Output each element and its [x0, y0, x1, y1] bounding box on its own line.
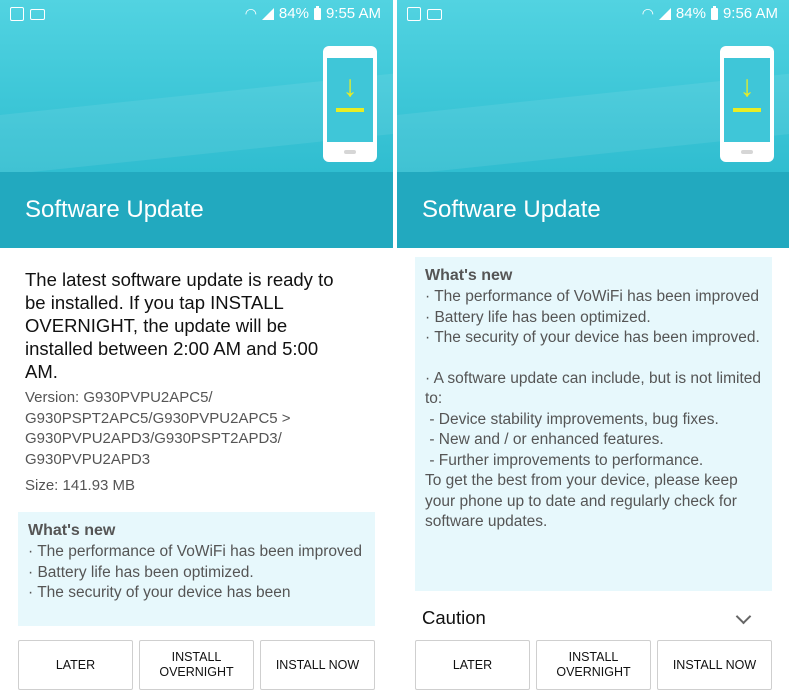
battery-percent: 84%: [278, 5, 309, 22]
caution-label: Caution: [422, 607, 486, 628]
update-meta: Version: G930PVPU2APC5/ G930PSPT2APC5/G9…: [25, 388, 375, 497]
whats-new-item: - Device stability improvements, bug fix…: [425, 410, 719, 428]
phone-download-illustration: ↓: [720, 46, 774, 162]
download-arrow-icon: ↓: [342, 70, 358, 103]
signal-icon: [261, 7, 274, 20]
later-button[interactable]: LATER: [415, 640, 530, 690]
whats-new-item: · The performance of VoWiFi has been imp…: [28, 543, 362, 560]
whats-new-item: · The performance of VoWiFi has been imp…: [425, 288, 759, 305]
whats-new-item: · Battery life has been optimized.: [28, 563, 254, 581]
page-title: Software Update: [25, 196, 204, 223]
install-overnight-button[interactable]: INSTALL OVERNIGHT: [139, 640, 254, 690]
version-text: Version: G930PVPU2APC5/ G930PSPT2APC5/G9…: [25, 389, 291, 468]
battery-percent: 84%: [675, 5, 706, 22]
battery-icon: [710, 5, 718, 20]
clock: 9:56 AM: [722, 5, 778, 22]
download-arrow-icon: ↓: [739, 70, 755, 103]
screenshot-icon: [407, 7, 421, 21]
mail-icon: [30, 9, 45, 20]
mail-icon: [427, 9, 442, 20]
software-update-screen-left: ◠ 84% 9:55 AM ↓ Software Update The late…: [0, 0, 393, 700]
install-now-button[interactable]: INSTALL NOW: [260, 640, 375, 690]
size-text: Size: 141.93 MB: [25, 477, 136, 494]
screenshot-icon: [10, 7, 24, 21]
chevron-down-icon: [735, 608, 752, 625]
signal-icon: [658, 7, 671, 20]
whats-new-item: To get the best from your device, please…: [425, 472, 743, 530]
install-now-button[interactable]: INSTALL NOW: [657, 640, 772, 690]
action-buttons: LATER INSTALL OVERNIGHT INSTALL NOW: [415, 640, 772, 690]
install-overnight-button[interactable]: INSTALL OVERNIGHT: [536, 640, 651, 690]
whats-new-item: · A software update can include, but is …: [425, 369, 766, 408]
whats-new-item: · The security of your device has been i…: [425, 329, 760, 346]
whats-new-item: · The security of your device has been: [28, 584, 291, 601]
whats-new-panel[interactable]: What's new · The performance of VoWiFi h…: [18, 512, 375, 626]
update-description: The latest software update is ready to b…: [25, 269, 334, 382]
page-title: Software Update: [422, 196, 601, 223]
header-banner: ◠ 84% 9:56 AM ↓ Software Update: [397, 0, 789, 248]
whats-new-title: What's new: [28, 522, 116, 539]
caution-expander[interactable]: Caution: [422, 607, 757, 633]
whats-new-panel[interactable]: What's new · The performance of VoWiFi h…: [415, 257, 772, 591]
status-bar: ◠ 84% 9:55 AM: [0, 0, 393, 28]
wifi-icon: ◠: [641, 5, 654, 21]
wifi-icon: ◠: [244, 5, 257, 21]
later-button[interactable]: LATER: [18, 640, 133, 690]
clock: 9:55 AM: [325, 5, 381, 22]
header-banner: ◠ 84% 9:55 AM ↓ Software Update: [0, 0, 393, 248]
status-bar: ◠ 84% 9:56 AM: [397, 0, 789, 28]
whats-new-item: - Further improvements to performance.: [425, 451, 704, 469]
whats-new-item: - New and / or enhanced features.: [425, 431, 664, 448]
action-buttons: LATER INSTALL OVERNIGHT INSTALL NOW: [18, 640, 375, 690]
whats-new-title: What's new: [425, 267, 513, 284]
software-update-screen-right: ◠ 84% 9:56 AM ↓ Software Update What's n…: [397, 0, 789, 700]
whats-new-item: · Battery life has been optimized.: [425, 308, 651, 326]
phone-download-illustration: ↓: [323, 46, 377, 162]
battery-icon: [313, 5, 321, 20]
